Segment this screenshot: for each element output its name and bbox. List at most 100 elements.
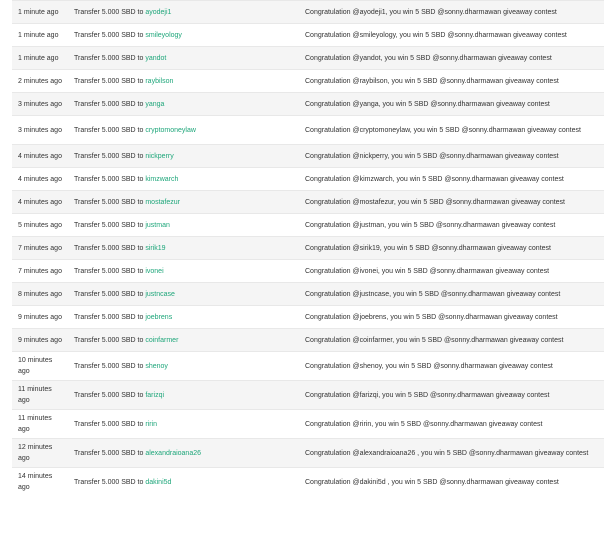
transaction-operation: Transfer 5.000 SBD to cryptomoneylaw <box>70 115 301 145</box>
transfer-description: Transfer 5.000 SBD to <box>74 54 144 62</box>
transaction-time: 1 minute ago <box>12 0 70 24</box>
transfer-description: Transfer 5.000 SBD to <box>74 449 144 457</box>
transaction-time: 2 minutes ago <box>12 69 70 93</box>
wallet-history: 1 minute ago Transfer 5.000 SBD to ayodej… <box>0 0 609 537</box>
recipient-account-link[interactable]: ayodeji1 <box>145 9 171 16</box>
recipient-account-link[interactable]: dakini5d <box>145 479 171 486</box>
transaction-time: 8 minutes ago <box>12 282 70 306</box>
transaction-row: 9 minutes ago Transfer 5.000 SBD to joebr… <box>12 305 604 329</box>
recipient-account-link[interactable]: justman <box>145 222 170 229</box>
recipient-account-link[interactable]: joebrens <box>145 314 172 321</box>
recipient-account-link[interactable]: sirik19 <box>145 245 165 252</box>
transaction-memo: Congratulation @justman, you win 5 SBD @… <box>301 213 604 237</box>
transfer-description: Transfer 5.000 SBD to <box>74 420 144 428</box>
transaction-operation: Transfer 5.000 SBD to sirik19 <box>70 236 301 260</box>
transaction-time: 4 minutes ago <box>12 190 70 214</box>
transfer-description: Transfer 5.000 SBD to <box>74 126 144 134</box>
transfer-description: Transfer 5.000 SBD to <box>74 391 144 399</box>
transaction-row: 7 minutes ago Transfer 5.000 SBD to ivone… <box>12 259 604 283</box>
transaction-time: 11 minutes ago <box>12 409 70 439</box>
transaction-row: 11 minutes ago Transfer 5.000 SBD to fari… <box>12 380 604 410</box>
transaction-row: 3 minutes ago Transfer 5.000 SBD to yanga… <box>12 92 604 116</box>
transaction-memo: Congratulation @dakini5d , you win 5 SBD… <box>301 467 604 496</box>
transaction-time: 1 minute ago <box>12 46 70 70</box>
recipient-account-link[interactable]: farizqi <box>145 392 164 399</box>
transfer-description: Transfer 5.000 SBD to <box>74 152 144 160</box>
recipient-account-link[interactable]: alexandraioana26 <box>145 450 201 457</box>
recipient-account-link[interactable]: smileyology <box>145 32 182 39</box>
transaction-row: 8 minutes ago Transfer 5.000 SBD to justn… <box>12 282 604 306</box>
transaction-row: 10 minutes ago Transfer 5.000 SBD to shen… <box>12 351 604 381</box>
transaction-operation: Transfer 5.000 SBD to justman <box>70 213 301 237</box>
transaction-row: 9 minutes ago Transfer 5.000 SBD to coinf… <box>12 328 604 352</box>
transfer-description: Transfer 5.000 SBD to <box>74 221 144 229</box>
transaction-row: 4 minutes ago Transfer 5.000 SBD to nickp… <box>12 144 604 168</box>
recipient-account-link[interactable]: justncase <box>145 291 175 298</box>
transaction-time: 9 minutes ago <box>12 305 70 329</box>
transaction-operation: Transfer 5.000 SBD to farizqi <box>70 380 301 410</box>
transaction-row: 4 minutes ago Transfer 5.000 SBD to kimzw… <box>12 167 604 191</box>
transfer-description: Transfer 5.000 SBD to <box>74 362 144 370</box>
transaction-operation: Transfer 5.000 SBD to smileyology <box>70 23 301 47</box>
transaction-time: 4 minutes ago <box>12 167 70 191</box>
transfer-description: Transfer 5.000 SBD to <box>74 198 144 206</box>
transaction-operation: Transfer 5.000 SBD to dakini5d <box>70 467 301 496</box>
recipient-account-link[interactable]: kimzwarch <box>145 176 178 183</box>
transaction-time: 12 minutes ago <box>12 438 70 468</box>
recipient-account-link[interactable]: yanga <box>145 101 164 108</box>
transaction-row: 5 minutes ago Transfer 5.000 SBD to justm… <box>12 213 604 237</box>
transfer-description: Transfer 5.000 SBD to <box>74 8 144 16</box>
transaction-memo: Congratulation @alexandraioana26 , you w… <box>301 438 604 468</box>
transaction-time: 10 minutes ago <box>12 351 70 381</box>
transaction-row: 1 minute ago Transfer 5.000 SBD to yandot… <box>12 46 604 70</box>
transaction-operation: Transfer 5.000 SBD to justncase <box>70 282 301 306</box>
transaction-operation: Transfer 5.000 SBD to mostafezur <box>70 190 301 214</box>
transaction-row: 14 minutes ago Transfer 5.000 SBD to daki… <box>12 467 604 496</box>
transaction-row: 4 minutes ago Transfer 5.000 SBD to mosta… <box>12 190 604 214</box>
transaction-operation: Transfer 5.000 SBD to kimzwarch <box>70 167 301 191</box>
transfer-description: Transfer 5.000 SBD to <box>74 290 144 298</box>
transfer-description: Transfer 5.000 SBD to <box>74 313 144 321</box>
transaction-memo: Congratulation @ivonei, you win 5 SBD @s… <box>301 259 604 283</box>
transfer-description: Transfer 5.000 SBD to <box>74 175 144 183</box>
transaction-row: 11 minutes ago Transfer 5.000 SBD to riri… <box>12 409 604 439</box>
recipient-account-link[interactable]: nickperry <box>145 153 173 160</box>
recipient-account-link[interactable]: cryptomoneylaw <box>145 127 196 134</box>
transaction-operation: Transfer 5.000 SBD to raybilson <box>70 69 301 93</box>
transaction-memo: Congratulation @ririn, you win 5 SBD @so… <box>301 409 604 439</box>
recipient-account-link[interactable]: ivonei <box>145 268 163 275</box>
transaction-row: 1 minute ago Transfer 5.000 SBD to ayodej… <box>12 0 604 24</box>
transaction-row: 7 minutes ago Transfer 5.000 SBD to sirik… <box>12 236 604 260</box>
transaction-time: 1 minute ago <box>12 23 70 47</box>
transaction-row: 1 minute ago Transfer 5.000 SBD to smiley… <box>12 23 604 47</box>
transaction-operation: Transfer 5.000 SBD to yanga <box>70 92 301 116</box>
transaction-memo: Congratulation @farizqi, you win 5 SBD @… <box>301 380 604 410</box>
recipient-account-link[interactable]: shenoy <box>145 363 168 370</box>
transaction-time: 7 minutes ago <box>12 236 70 260</box>
transaction-operation: Transfer 5.000 SBD to nickperry <box>70 144 301 168</box>
transaction-memo: Congratulation @kimzwarch, you win 5 SBD… <box>301 167 604 191</box>
transfer-description: Transfer 5.000 SBD to <box>74 31 144 39</box>
transaction-operation: Transfer 5.000 SBD to coinfarmer <box>70 328 301 352</box>
transaction-operation: Transfer 5.000 SBD to joebrens <box>70 305 301 329</box>
transaction-operation: Transfer 5.000 SBD to yandot <box>70 46 301 70</box>
recipient-account-link[interactable]: mostafezur <box>145 199 180 206</box>
transaction-memo: Congratulation @coinfarmer, you win 5 SB… <box>301 328 604 352</box>
transaction-memo: Congratulation @smileyology, you win 5 S… <box>301 23 604 47</box>
transaction-time: 5 minutes ago <box>12 213 70 237</box>
recipient-account-link[interactable]: raybilson <box>145 78 173 85</box>
recipient-account-link[interactable]: ririn <box>145 421 157 428</box>
transaction-memo: Congratulation @nickperry, you win 5 SBD… <box>301 144 604 168</box>
transaction-operation: Transfer 5.000 SBD to ivonei <box>70 259 301 283</box>
transaction-memo: Congratulation @joebrens, you win 5 SBD … <box>301 305 604 329</box>
recipient-account-link[interactable]: coinfarmer <box>145 337 178 344</box>
transaction-time: 9 minutes ago <box>12 328 70 352</box>
transaction-history-table: 1 minute ago Transfer 5.000 SBD to ayodej… <box>12 0 604 496</box>
transfer-description: Transfer 5.000 SBD to <box>74 244 144 252</box>
transaction-operation: Transfer 5.000 SBD to ririn <box>70 409 301 439</box>
transaction-memo: Congratulation @ayodeji1, you win 5 SBD … <box>301 0 604 24</box>
transaction-memo: Congratulation @justncase, you win 5 SBD… <box>301 282 604 306</box>
transaction-time: 11 minutes ago <box>12 380 70 410</box>
transaction-time: 14 minutes ago <box>12 467 70 496</box>
recipient-account-link[interactable]: yandot <box>145 55 166 62</box>
